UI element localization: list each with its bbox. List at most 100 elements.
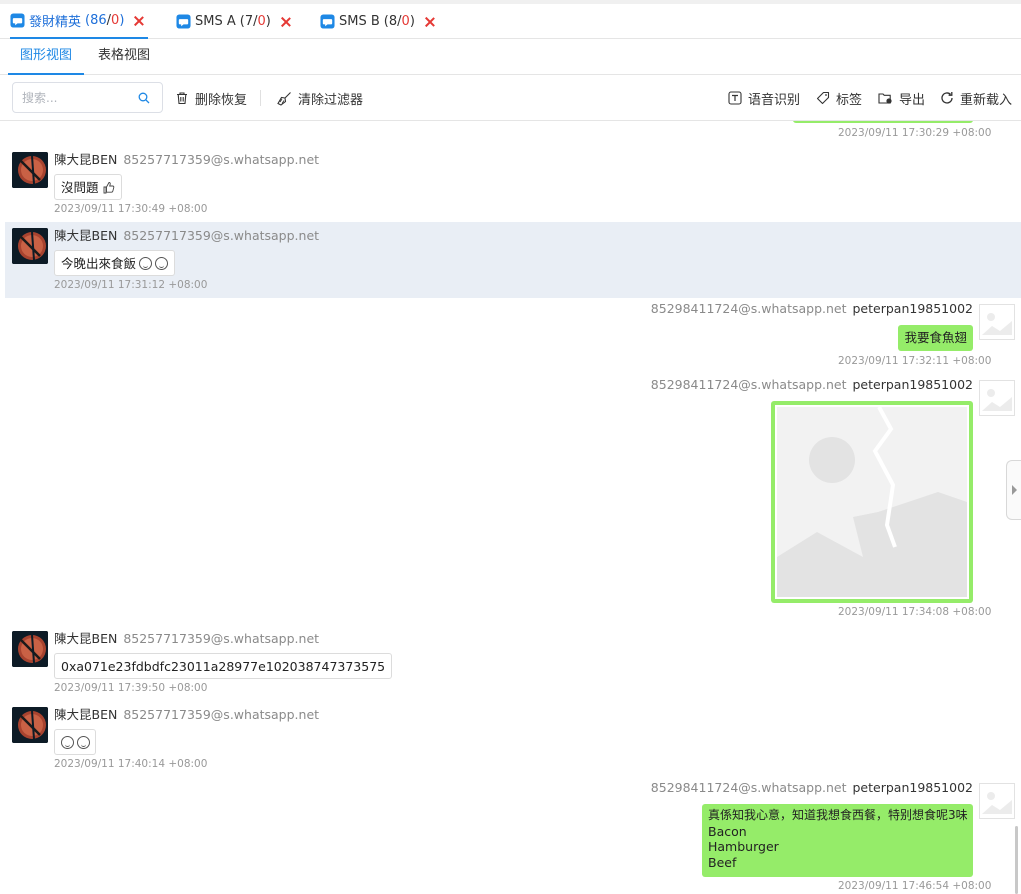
broken-image-icon [775,405,969,599]
message-timestamp: 2023/09/11 17:34:08 +08:00 [838,606,992,618]
chat-icon [320,14,335,29]
tab-title: 發財精英 [29,15,82,30]
tab-table-view[interactable]: 表格视图 [98,39,150,75]
avatar[interactable] [12,228,48,264]
message-timestamp: 2023/09/11 17:30:29 +08:00 [838,127,992,139]
sender-line: 陳大昆BEN 85257717359@s.whatsapp.net [54,225,319,244]
side-panel-toggle[interactable] [1006,460,1021,520]
placeholder-image-icon [982,313,1012,335]
sender-name: peterpan19851002 [852,377,974,392]
gauge-avatar-icon [12,152,48,188]
sender-jid: 85298411724@s.whatsapp.net [650,301,847,316]
chat-icon [176,14,191,29]
avatar[interactable] [979,304,1015,340]
delete-restore-label: 删除恢复 [195,92,248,108]
reload-label: 重新载入 [960,92,1013,108]
message-list[interactable]: 2023/09/11 17:30:29 +08:00 陳大昆BEN 8525771… [0,121,1021,894]
sender-line: 85298411724@s.whatsapp.net peterpan198510… [651,301,973,316]
chat-icon [10,13,25,28]
export-button[interactable]: 导出 [878,75,925,121]
gauge-avatar-icon [12,707,48,743]
avatar[interactable] [12,152,48,188]
close-icon[interactable] [425,17,435,27]
tab-unread: 0 [111,13,120,28]
tags-button[interactable]: 标签 [816,75,862,121]
tab-bar: 發財精英 (86/0) SMS A (7/0) SMS B (8/0) [0,0,1021,39]
grinning-face-icon [155,257,169,270]
placeholder-image-icon [982,792,1012,814]
tag-icon [816,91,830,105]
sender-name: 陳大昆BEN [54,152,118,167]
tags-label: 标签 [836,92,863,108]
tab-count-close: ) [119,13,125,28]
message-line: Hamburger [708,839,779,854]
avatar[interactable] [979,783,1015,819]
face-emoji-icon [61,736,74,749]
message-bubble-incoming[interactable]: 今晚出來食飯 [54,250,176,276]
gauge-avatar-icon [12,631,48,667]
sender-line: 陳大昆BEN 85257717359@s.whatsapp.net [54,704,319,723]
clear-filter-button[interactable]: 清除过滤器 [277,75,363,121]
sender-name: 陳大昆BEN [54,631,118,646]
message-bubble-incoming[interactable]: 0xa071e23fdbdfc23011a28977e1020387473735… [54,653,393,679]
sender-jid: 85298411724@s.whatsapp.net [650,780,847,795]
message-bubble-outgoing[interactable]: 真係知我心意，知道我想食西餐，特别想食呢3味 Bacon Hamburger B… [702,804,973,877]
sender-line: 陳大昆BEN 85257717359@s.whatsapp.net [54,628,319,647]
message-bubble-incoming[interactable] [54,729,96,755]
sender-name: 陳大昆BEN [54,228,118,243]
refresh-icon [941,92,953,104]
export-icon [878,93,892,104]
sender-line: 陳大昆BEN 85257717359@s.whatsapp.net [54,149,319,168]
message-timestamp: 2023/09/11 17:32:11 +08:00 [838,355,992,367]
tab-count-close: ) [409,14,415,29]
message-text: 今晚出來食飯 [61,256,137,271]
grinning-face-icon [139,257,153,270]
message-bubble-incoming[interactable]: 沒問題 [54,174,122,200]
message-line: 真係知我心意，知道我想食西餐，特别想食呢3味 [708,808,968,822]
message-bubble-outgoing[interactable] [793,121,973,123]
message-timestamp: 2023/09/11 17:31:12 +08:00 [54,279,208,291]
message-timestamp: 2023/09/11 17:46:54 +08:00 [838,880,992,892]
close-icon[interactable] [134,16,144,26]
thumbs-up-icon [103,182,114,194]
message-bubble-outgoing[interactable]: 我要食魚翅 [898,325,973,351]
toolbar-divider [260,90,261,106]
sender-jid: 85298411724@s.whatsapp.net [650,377,847,392]
view-tab-bar: 图形视图 表格视图 [0,39,1021,75]
gauge-avatar-icon [12,228,48,264]
export-label: 导出 [899,92,926,108]
sender-jid: 85257717359@s.whatsapp.net [123,228,320,243]
sender-jid: 85257717359@s.whatsapp.net [123,152,320,167]
reload-button[interactable]: 重新载入 [940,75,1012,121]
tab-unread: 0 [401,14,410,29]
tab-count: 8 [388,14,398,29]
avatar[interactable] [12,707,48,743]
speech-recognition-button[interactable]: 语音识别 [728,75,800,121]
toolbar: 删除恢复 清除过滤器 语音识别 标签 导出 [0,75,1021,121]
tab-fa-cai-jing-ying[interactable]: 發財精英 (86/0) [10,4,149,39]
message-text: 我要食魚翅 [904,330,967,345]
sender-name: peterpan19851002 [852,780,974,795]
tab-title: SMS A [195,14,236,29]
avatar[interactable] [979,380,1015,416]
tab-unread: 0 [257,14,266,29]
sender-name: 陳大昆BEN [54,707,118,722]
tab-count: 86 [90,13,107,28]
trash-icon [177,92,187,105]
scrollbar-thumb[interactable] [1015,826,1018,894]
delete-restore-button[interactable]: 删除恢复 [175,75,247,121]
close-icon[interactable] [281,17,291,27]
tab-title: SMS B [339,14,380,29]
message-line: Beef [708,854,737,870]
tab-graphic-view[interactable]: 图形视图 [8,39,85,75]
search-input[interactable] [22,88,132,108]
avatar[interactable] [12,631,48,667]
search-box [12,82,163,113]
text-recognition-icon [728,91,742,105]
message-text: 沒問題 [61,180,99,195]
search-icon[interactable] [138,92,150,104]
tab-sms-b[interactable]: SMS B (8/0) [320,4,435,39]
tab-sms-a[interactable]: SMS A (7/0) [176,4,291,39]
image-message-bubble[interactable] [771,401,973,603]
message-timestamp: 2023/09/11 17:40:14 +08:00 [54,758,208,770]
